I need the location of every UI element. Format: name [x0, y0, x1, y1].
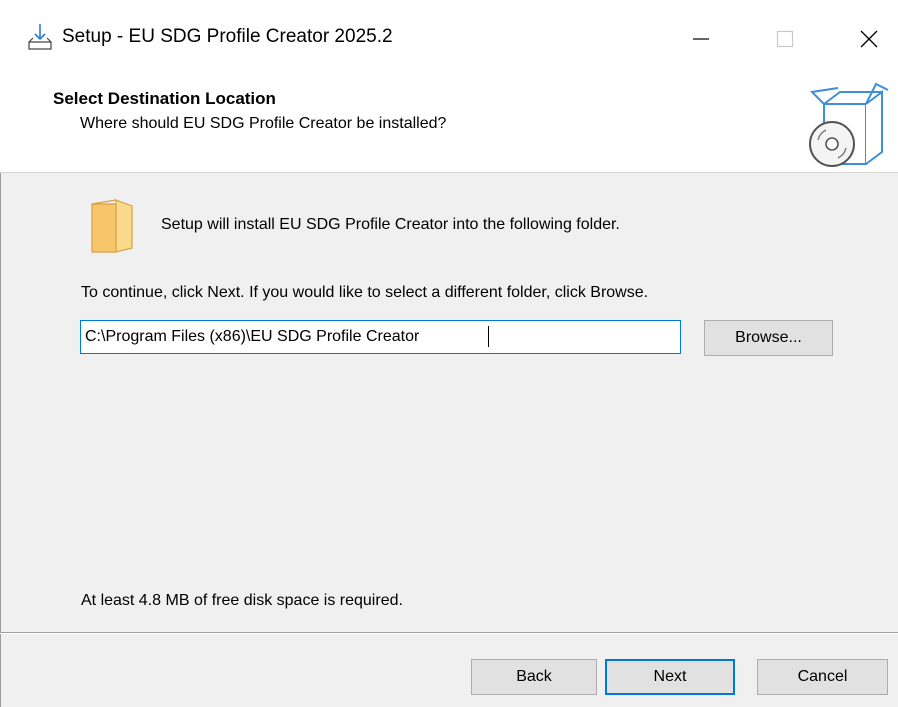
next-button[interactable]: Next: [605, 659, 735, 695]
close-button[interactable]: [840, 14, 898, 64]
browse-button-label: Browse...: [735, 329, 802, 346]
page-subtitle: Where should EU SDG Profile Creator be i…: [80, 115, 447, 132]
close-icon: [860, 30, 878, 48]
setup-window: Setup - EU SDG Profile Creator 2025.2 Se…: [0, 0, 898, 707]
back-button-label: Back: [516, 668, 552, 685]
browse-button[interactable]: Browse...: [704, 320, 833, 356]
minimize-icon: [693, 38, 709, 40]
disk-space-text: At least 4.8 MB of free disk space is re…: [81, 592, 403, 609]
maximize-icon: [776, 30, 794, 48]
folder-icon: [91, 199, 133, 253]
text-cursor: [488, 326, 489, 347]
setup-download-icon: [28, 24, 52, 50]
cancel-button[interactable]: Cancel: [757, 659, 888, 695]
window-title: Setup - EU SDG Profile Creator 2025.2: [62, 26, 393, 47]
minimize-button[interactable]: [672, 14, 730, 64]
cancel-button-label: Cancel: [797, 668, 848, 685]
software-box-disc-icon: [809, 82, 889, 167]
wizard-header: Select Destination Location Where should…: [0, 82, 898, 173]
next-button-label: Next: [653, 668, 687, 685]
back-button[interactable]: Back: [471, 659, 597, 695]
title-bar[interactable]: Setup - EU SDG Profile Creator 2025.2: [0, 0, 898, 82]
maximize-button[interactable]: [756, 14, 814, 64]
footer-divider-highlight: [0, 633, 898, 634]
install-intro-text: Setup will install EU SDG Profile Creato…: [161, 216, 620, 233]
instruction-text: To continue, click Next. If you would li…: [81, 284, 649, 301]
page-title: Select Destination Location: [53, 89, 276, 108]
destination-path-input[interactable]: [80, 320, 681, 354]
